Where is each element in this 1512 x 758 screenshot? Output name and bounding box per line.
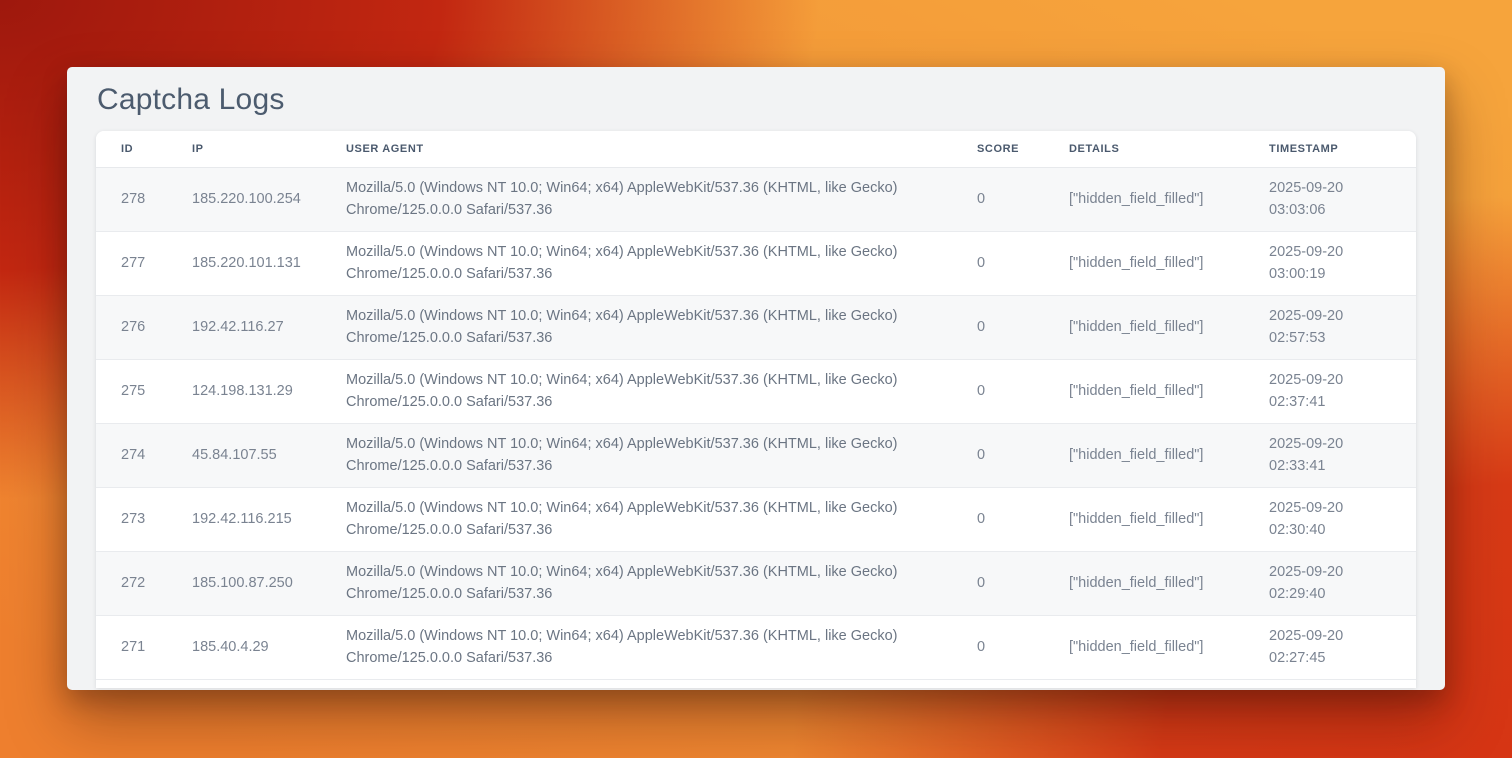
- cell-ip: 185.220.100.254: [167, 167, 321, 231]
- captcha-logs-table: ID IP USER AGENT SCORE DETAILS TIMESTAMP…: [96, 131, 1416, 680]
- column-header-timestamp: TIMESTAMP: [1244, 131, 1416, 167]
- cell-user-agent: Mozilla/5.0 (Windows NT 10.0; Win64; x64…: [321, 359, 952, 423]
- cell-details: ["hidden_field_filled"]: [1044, 487, 1244, 551]
- cell-score: 0: [952, 423, 1044, 487]
- cell-score: 0: [952, 487, 1044, 551]
- cell-user-agent: Mozilla/5.0 (Windows NT 10.0; Win64; x64…: [321, 423, 952, 487]
- cell-details: ["hidden_field_filled"]: [1044, 167, 1244, 231]
- column-header-user-agent: USER AGENT: [321, 131, 952, 167]
- column-header-ip: IP: [167, 131, 321, 167]
- page-title: Captcha Logs: [96, 67, 1416, 131]
- cell-user-agent: Mozilla/5.0 (Windows NT 10.0; Win64; x64…: [321, 615, 952, 679]
- table-row: 276 192.42.116.27 Mozilla/5.0 (Windows N…: [96, 295, 1416, 359]
- cell-timestamp: 2025-09-20 03:03:06: [1244, 167, 1416, 231]
- cell-id: 277: [96, 231, 167, 295]
- cell-timestamp: 2025-09-20 02:29:40: [1244, 551, 1416, 615]
- cell-details: ["hidden_field_filled"]: [1044, 295, 1244, 359]
- cell-score: 0: [952, 167, 1044, 231]
- column-header-details: DETAILS: [1044, 131, 1244, 167]
- table-row: 272 185.100.87.250 Mozilla/5.0 (Windows …: [96, 551, 1416, 615]
- cell-score: 0: [952, 231, 1044, 295]
- table-header: ID IP USER AGENT SCORE DETAILS TIMESTAMP: [96, 131, 1416, 167]
- cell-id: 272: [96, 551, 167, 615]
- table-row: 271 185.40.4.29 Mozilla/5.0 (Windows NT …: [96, 615, 1416, 679]
- cell-ip: 185.220.101.131: [167, 231, 321, 295]
- cell-user-agent: Mozilla/5.0 (Windows NT 10.0; Win64; x64…: [321, 551, 952, 615]
- cell-user-agent: Mozilla/5.0 (Windows NT 10.0; Win64; x64…: [321, 167, 952, 231]
- cell-timestamp: 2025-09-20 02:33:41: [1244, 423, 1416, 487]
- column-header-id: ID: [96, 131, 167, 167]
- cell-user-agent: Mozilla/5.0 (Windows NT 10.0; Win64; x64…: [321, 487, 952, 551]
- cell-id: 278: [96, 167, 167, 231]
- cell-id: 276: [96, 295, 167, 359]
- cell-timestamp: 2025-09-20 02:30:40: [1244, 487, 1416, 551]
- table-row: 277 185.220.101.131 Mozilla/5.0 (Windows…: [96, 231, 1416, 295]
- cell-details: ["hidden_field_filled"]: [1044, 615, 1244, 679]
- cell-ip: 45.84.107.55: [167, 423, 321, 487]
- table-row: 275 124.198.131.29 Mozilla/5.0 (Windows …: [96, 359, 1416, 423]
- table-body: 278 185.220.100.254 Mozilla/5.0 (Windows…: [96, 167, 1416, 679]
- table-row: 274 45.84.107.55 Mozilla/5.0 (Windows NT…: [96, 423, 1416, 487]
- cell-id: 275: [96, 359, 167, 423]
- cell-timestamp: 2025-09-20 02:27:45: [1244, 615, 1416, 679]
- cell-timestamp: 2025-09-20 03:00:19: [1244, 231, 1416, 295]
- cell-details: ["hidden_field_filled"]: [1044, 423, 1244, 487]
- column-header-score: SCORE: [952, 131, 1044, 167]
- cell-id: 273: [96, 487, 167, 551]
- cell-details: ["hidden_field_filled"]: [1044, 359, 1244, 423]
- cell-ip: 185.40.4.29: [167, 615, 321, 679]
- cell-timestamp: 2025-09-20 02:37:41: [1244, 359, 1416, 423]
- table-row: 273 192.42.116.215 Mozilla/5.0 (Windows …: [96, 487, 1416, 551]
- cell-details: ["hidden_field_filled"]: [1044, 231, 1244, 295]
- captcha-logs-card: Captcha Logs ID IP USER AGENT SCORE DETA…: [67, 67, 1445, 690]
- cell-ip: 124.198.131.29: [167, 359, 321, 423]
- cell-id: 271: [96, 615, 167, 679]
- logs-table-container: ID IP USER AGENT SCORE DETAILS TIMESTAMP…: [96, 131, 1416, 688]
- cell-score: 0: [952, 551, 1044, 615]
- cell-ip: 192.42.116.27: [167, 295, 321, 359]
- cell-details: ["hidden_field_filled"]: [1044, 551, 1244, 615]
- cell-user-agent: Mozilla/5.0 (Windows NT 10.0; Win64; x64…: [321, 295, 952, 359]
- cell-ip: 192.42.116.215: [167, 487, 321, 551]
- cell-score: 0: [952, 615, 1044, 679]
- cell-user-agent: Mozilla/5.0 (Windows NT 10.0; Win64; x64…: [321, 231, 952, 295]
- header-row: ID IP USER AGENT SCORE DETAILS TIMESTAMP: [96, 131, 1416, 167]
- cell-score: 0: [952, 295, 1044, 359]
- cell-ip: 185.100.87.250: [167, 551, 321, 615]
- cell-score: 0: [952, 359, 1044, 423]
- table-row: 278 185.220.100.254 Mozilla/5.0 (Windows…: [96, 167, 1416, 231]
- cell-id: 274: [96, 423, 167, 487]
- cell-timestamp: 2025-09-20 02:57:53: [1244, 295, 1416, 359]
